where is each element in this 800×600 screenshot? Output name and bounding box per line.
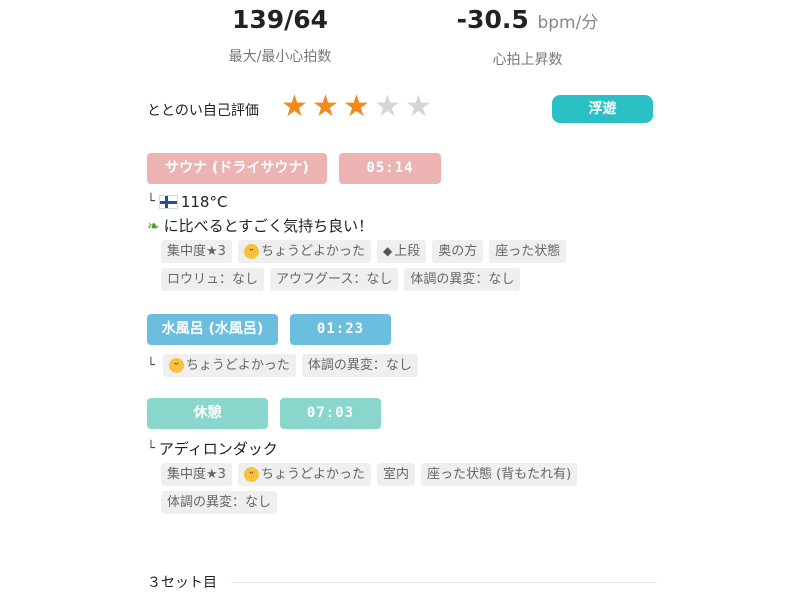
tag-focus: 集中度★3 — [161, 240, 232, 263]
laughing-face-icon: ᵕ — [243, 244, 259, 259]
mood-badge[interactable]: 浮遊 — [552, 95, 653, 123]
tag-position: 奥の方 — [432, 240, 484, 263]
heart-rise-value-row: -30.5 bpm/分 — [415, 4, 640, 39]
tag-location: 室内 — [376, 463, 415, 486]
heart-rise-stat: -30.5 bpm/分 心拍上昇数 — [415, 4, 640, 69]
tag-tier: ◆ 上段 — [376, 240, 427, 263]
star-icon: ★ — [343, 89, 370, 124]
sauna-temperature: 118°C — [180, 193, 228, 211]
tag-aufguss: アウフグース：なし — [270, 268, 399, 291]
set-3-header: ３セット目 — [147, 572, 657, 592]
rest-detail: └ アディロンダック — [147, 439, 657, 459]
heart-rate-value: 139/64 — [231, 5, 329, 34]
sauna-tags: 集中度★3 ᵕ ちょうどよかった ◆ 上段 奥の方 座った状態 ロウリュ：なし アウ… — [161, 240, 657, 291]
set-3-label: ３セット目 — [147, 575, 217, 591]
rest-section: 休憩 07:03 └ アディロンダック 集中度★3 ᵕ ちょうどよかった 室内 座… — [147, 398, 657, 514]
rest-place: アディロンダック — [158, 440, 278, 458]
water-time-pill[interactable]: 01:23 — [290, 314, 391, 345]
star-icon: ★ — [405, 89, 432, 124]
self-rating-label: ととのい自己評価 — [147, 103, 259, 119]
tag-tier-text: 上段 — [394, 244, 421, 259]
rest-tags: 集中度★3 ᵕ ちょうどよかった 室内 座った状態 (背もたれ有) 体調の異変：な… — [161, 463, 657, 514]
tag-feeling: ᵕ ちょうどよかった — [162, 354, 296, 377]
tag-posture: 座った状態 (背もたれ有) — [420, 463, 578, 486]
corner-icon: └ — [147, 194, 155, 209]
tag-loyly: ロウリュ：なし — [161, 268, 265, 291]
star-icon: ★ — [281, 89, 308, 124]
laughing-face-icon: ᵕ — [168, 358, 184, 373]
heart-rise-value: -30.5 — [456, 5, 529, 34]
tag-feeling: ᵕ ちょうどよかった — [237, 240, 371, 263]
tag-condition: 体調の異変：なし — [301, 354, 418, 377]
sauna-detail: └ 118°C ❧ に比べるとすごく気持ち良い！ — [147, 192, 657, 236]
star-icon: ★ — [312, 89, 339, 124]
laughing-face-icon: ᵕ — [243, 467, 259, 482]
tag-feeling-text: ちょうどよかった — [185, 358, 290, 373]
tag-feeling-text: ちょうどよかった — [260, 467, 365, 482]
sauna-memo: に比べるとすごく気持ち良い！ — [163, 217, 374, 235]
water-tags: ᵕ ちょうどよかった 体調の異変：なし — [162, 354, 418, 377]
heart-rise-unit: bpm/分 — [537, 13, 599, 33]
leaf-icon: ❧ — [147, 217, 160, 235]
session-page: 139/64 最大/最小心拍数 -30.5 bpm/分 心拍上昇数 ととのい自己… — [0, 0, 800, 600]
set-divider — [231, 582, 657, 583]
tag-posture: 座った状態 — [489, 240, 567, 263]
tag-feeling-text: ちょうどよかった — [260, 244, 365, 259]
tag-condition: 体調の異変：なし — [161, 491, 278, 514]
heart-rise-label: 心拍上昇数 — [492, 52, 563, 68]
tag-feeling: ᵕ ちょうどよかった — [237, 463, 371, 486]
water-type-pill[interactable]: 水風呂 (水風呂) — [147, 314, 278, 345]
star-icon: ★ — [374, 89, 401, 124]
heart-rate-stat: 139/64 最大/最小心拍数 — [170, 4, 390, 66]
finland-flag-icon — [158, 195, 178, 209]
sauna-time-pill[interactable]: 05:14 — [339, 153, 441, 184]
corner-icon: └ — [147, 441, 155, 456]
rest-time-pill[interactable]: 07:03 — [280, 398, 381, 429]
water-bath-section: 水風呂 (水風呂) 01:23 └ ᵕ ちょうどよかった 体調の異変：なし — [147, 314, 657, 377]
self-rating-row: ととのい自己評価 ★ ★ ★ ★ ★ 浮遊 — [147, 92, 653, 124]
tag-condition: 体調の異変：なし — [404, 268, 521, 291]
layers-icon: ◆ — [382, 244, 393, 258]
heart-rate-label: 最大/最小心拍数 — [228, 49, 332, 65]
water-detail: └ ᵕ ちょうどよかった 体調の異変：なし — [147, 354, 657, 377]
star-rating: ★ ★ ★ ★ ★ — [279, 92, 434, 122]
corner-icon: └ — [147, 358, 155, 373]
rest-type-pill[interactable]: 休憩 — [147, 398, 268, 429]
sauna-type-pill[interactable]: サウナ (ドライサウナ) — [147, 153, 327, 184]
sauna-section: サウナ (ドライサウナ) 05:14 └ 118°C ❧ に比べるとすごく気持ち… — [147, 153, 657, 291]
tag-focus: 集中度★3 — [161, 463, 232, 486]
